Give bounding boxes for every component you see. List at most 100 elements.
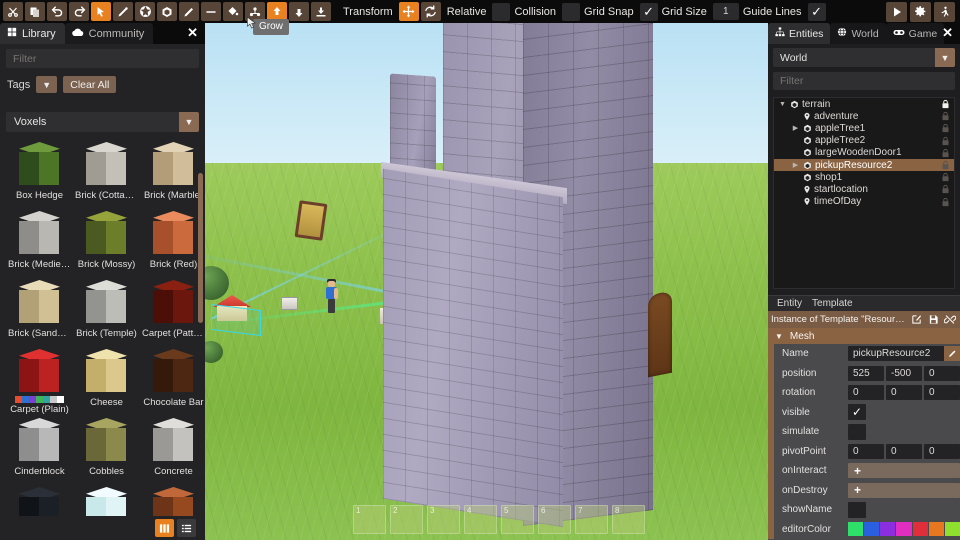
collision-checkbox[interactable]: ✓ bbox=[562, 2, 581, 21]
property-value-input[interactable]: 0 bbox=[924, 365, 960, 381]
property-checkbox[interactable]: ✓ bbox=[848, 404, 866, 421]
entity-tree-item[interactable]: timeOfDay bbox=[774, 196, 954, 208]
rename-pencil-icon[interactable] bbox=[944, 346, 960, 362]
hotbar[interactable]: 1 2 3 4 5 6 7 8 bbox=[353, 505, 645, 534]
world-chevron-down-icon[interactable]: ▼ bbox=[935, 48, 955, 67]
entity-tree-item[interactable]: ▶ appleTree1 bbox=[774, 122, 954, 134]
unlock-icon[interactable] bbox=[941, 123, 950, 133]
voxel-item[interactable]: Brick (Temple) bbox=[75, 277, 138, 346]
entity-tree-item[interactable]: adventure bbox=[774, 110, 954, 122]
select-tool-button[interactable] bbox=[91, 2, 111, 21]
property-value-input[interactable]: 0 bbox=[924, 385, 960, 401]
grid-snap-checkbox[interactable]: ✓ bbox=[639, 2, 658, 21]
edit-template-button[interactable] bbox=[909, 313, 923, 326]
voxel-item[interactable]: Brick (Sandst… bbox=[8, 277, 71, 346]
sphere-tool-button[interactable] bbox=[135, 2, 155, 21]
copy-tool-button[interactable] bbox=[25, 2, 45, 21]
voxel-item[interactable]: Carpet (Plain) bbox=[8, 346, 71, 415]
tab-community[interactable]: Community bbox=[64, 23, 154, 44]
character-button[interactable] bbox=[934, 1, 955, 22]
hotbar-slot[interactable]: 4 bbox=[464, 505, 497, 534]
unlock-icon[interactable] bbox=[941, 184, 950, 194]
add-event-button[interactable]: + bbox=[848, 463, 960, 479]
voxel-item[interactable]: Brick (Mossy) bbox=[75, 208, 138, 277]
entity-tree-item[interactable]: appleTree2 bbox=[774, 135, 954, 147]
voxel-item[interactable]: Brick (Mediev… bbox=[8, 208, 71, 277]
shrink-tool-button[interactable] bbox=[289, 2, 309, 21]
erase-tool-button[interactable] bbox=[201, 2, 221, 21]
voxel-item[interactable]: Chocolate Bar bbox=[142, 346, 205, 415]
grid-size-input[interactable]: 1 bbox=[712, 3, 739, 20]
tab-template[interactable]: Template bbox=[812, 298, 853, 309]
tab-library[interactable]: Library bbox=[0, 23, 65, 44]
hotbar-slot[interactable]: 5 bbox=[501, 505, 534, 534]
brush-tool-button[interactable] bbox=[113, 2, 133, 21]
color-swatch[interactable] bbox=[864, 522, 880, 537]
tab-entities[interactable]: Entities bbox=[768, 23, 831, 44]
library-filter-input[interactable]: Filter bbox=[6, 49, 199, 68]
unlock-icon[interactable] bbox=[941, 172, 950, 182]
voxel-item[interactable]: Brick (Red) bbox=[142, 208, 205, 277]
clear-all-button[interactable]: Clear All bbox=[63, 76, 117, 93]
color-swatch[interactable] bbox=[928, 522, 944, 537]
voxel-item[interactable]: Brick (Marble) bbox=[142, 139, 205, 208]
unlock-icon[interactable] bbox=[941, 197, 950, 207]
entities-close-button[interactable]: ✕ bbox=[942, 26, 953, 39]
property-value-input[interactable]: 0 bbox=[924, 443, 960, 459]
color-swatch[interactable] bbox=[848, 522, 864, 537]
voxel-item[interactable] bbox=[8, 484, 71, 516]
tags-dropdown-button[interactable]: ▼ bbox=[36, 76, 58, 93]
pencil-tool-button[interactable] bbox=[179, 2, 199, 21]
mesh-section-header[interactable]: ▼ Mesh bbox=[768, 328, 960, 344]
guide-lines-checkbox[interactable]: ✓ bbox=[807, 2, 826, 21]
voxel-item[interactable] bbox=[75, 484, 138, 516]
entity-tree-item[interactable]: shop1 bbox=[774, 171, 954, 183]
voxel-item[interactable]: Box Hedge bbox=[8, 139, 71, 208]
unlink-template-button[interactable] bbox=[943, 313, 957, 326]
category-selector[interactable]: Voxels ▼ bbox=[6, 112, 199, 132]
unlock-icon[interactable] bbox=[941, 160, 950, 170]
property-checkbox[interactable]: ✓ bbox=[848, 423, 866, 440]
hotbar-slot[interactable]: 8 bbox=[612, 505, 645, 534]
tab-world[interactable]: World bbox=[830, 23, 886, 44]
hotbar-slot[interactable]: 3 bbox=[427, 505, 460, 534]
twisty-icon[interactable]: ▶ bbox=[791, 161, 800, 169]
property-value-input[interactable]: 0 bbox=[886, 385, 922, 401]
property-checkbox[interactable]: ✓ bbox=[848, 501, 866, 518]
3d-viewport[interactable]: 1 2 3 4 5 6 7 8 bbox=[205, 23, 768, 540]
property-value-input[interactable]: 525 bbox=[848, 365, 884, 381]
entity-tree-item[interactable]: ▶ pickupResource2 bbox=[774, 158, 954, 172]
color-swatch[interactable] bbox=[896, 522, 912, 537]
unlock-icon[interactable] bbox=[941, 136, 950, 146]
voxel-item[interactable]: Cinderblock bbox=[8, 415, 71, 484]
color-swatch[interactable] bbox=[944, 522, 960, 537]
hotbar-slot[interactable]: 6 bbox=[538, 505, 571, 534]
add-event-button[interactable]: + bbox=[848, 482, 960, 498]
move-mode-button[interactable] bbox=[398, 2, 419, 21]
twisty-icon[interactable]: ▶ bbox=[791, 124, 800, 132]
box-tool-button[interactable] bbox=[157, 2, 177, 21]
color-swatch[interactable] bbox=[912, 522, 928, 537]
grid-view-button[interactable] bbox=[155, 519, 174, 537]
settings-button[interactable] bbox=[910, 1, 931, 22]
entities-filter-input[interactable]: Filter bbox=[773, 72, 955, 90]
color-swatch-strip[interactable] bbox=[15, 396, 64, 404]
play-button[interactable] bbox=[886, 1, 907, 22]
list-view-button[interactable] bbox=[177, 519, 196, 537]
voxel-item[interactable]: Concrete bbox=[142, 415, 205, 484]
tab-entity[interactable]: Entity bbox=[777, 298, 802, 309]
property-value-input[interactable]: 0 bbox=[848, 443, 884, 459]
library-scrollbar[interactable] bbox=[198, 173, 203, 323]
color-swatch[interactable] bbox=[880, 522, 896, 537]
library-close-button[interactable]: ✕ bbox=[187, 26, 198, 39]
property-value-input[interactable]: pickupResource2 bbox=[848, 346, 960, 362]
hotbar-slot[interactable]: 1 bbox=[353, 505, 386, 534]
undo-tool-button[interactable] bbox=[47, 2, 67, 21]
voxel-item[interactable]: Brick (Cottage) bbox=[75, 139, 138, 208]
hotbar-slot[interactable]: 7 bbox=[575, 505, 608, 534]
bucket-tool-button[interactable] bbox=[223, 2, 243, 21]
property-value-input[interactable]: 0 bbox=[886, 443, 922, 459]
rotate-mode-button[interactable] bbox=[420, 2, 441, 21]
hotbar-slot[interactable]: 2 bbox=[390, 505, 423, 534]
world-selector[interactable]: World ▼ bbox=[773, 48, 955, 67]
